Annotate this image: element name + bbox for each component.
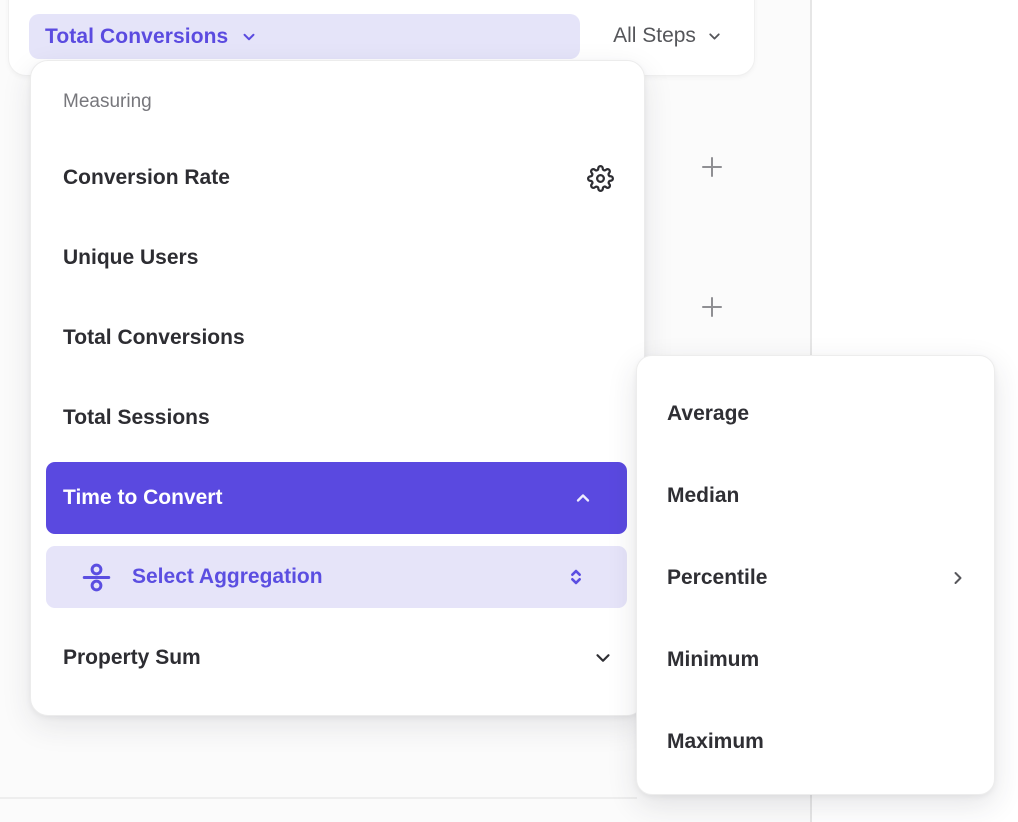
aggregation-icon bbox=[81, 562, 112, 593]
menu-item-select-aggregation[interactable]: Select Aggregation bbox=[46, 546, 627, 608]
menu-item-label: Unique Users bbox=[63, 246, 198, 270]
chevron-up-icon bbox=[573, 488, 593, 508]
submenu-item-average[interactable]: Average bbox=[637, 373, 994, 455]
menu-item-label: Total Sessions bbox=[63, 406, 210, 430]
metric-dropdown-button[interactable]: Total Conversions bbox=[29, 14, 580, 59]
menu-item-label: Conversion Rate bbox=[63, 166, 230, 190]
chevron-down-icon bbox=[592, 647, 614, 669]
submenu-item-label: Maximum bbox=[667, 730, 764, 754]
submenu-item-label: Median bbox=[667, 484, 739, 508]
chevron-down-icon bbox=[706, 28, 723, 45]
menu-item-total-sessions[interactable]: Total Sessions bbox=[31, 378, 644, 458]
submenu-item-label: Percentile bbox=[667, 566, 767, 590]
submenu-item-minimum[interactable]: Minimum bbox=[637, 619, 994, 701]
metric-dropdown-label: Total Conversions bbox=[45, 25, 228, 49]
gear-icon[interactable] bbox=[587, 165, 614, 192]
chevron-down-icon bbox=[240, 28, 258, 46]
submenu-item-label: Average bbox=[667, 402, 749, 426]
submenu-item-percentile[interactable]: Percentile bbox=[637, 537, 994, 619]
horizontal-divider bbox=[0, 797, 637, 799]
add-step-button[interactable] bbox=[698, 153, 726, 181]
plus-icon bbox=[700, 155, 724, 179]
menu-item-label: Time to Convert bbox=[63, 486, 222, 510]
measuring-menu: Measuring Conversion Rate Unique Users T… bbox=[30, 60, 645, 716]
menu-item-unique-users[interactable]: Unique Users bbox=[31, 218, 644, 298]
submenu-item-median[interactable]: Median bbox=[637, 455, 994, 537]
menu-section-label: Measuring bbox=[63, 91, 152, 113]
menu-item-label: Select Aggregation bbox=[132, 565, 323, 589]
steps-dropdown-label: All Steps bbox=[613, 24, 696, 48]
menu-item-label: Total Conversions bbox=[63, 326, 245, 350]
add-step-button[interactable] bbox=[698, 293, 726, 321]
funnel-builder-screen: Total Conversions All Steps Measuring Co… bbox=[0, 0, 1018, 822]
aggregation-submenu: Average Median Percentile Minimum Maximu… bbox=[636, 355, 995, 795]
submenu-item-maximum[interactable]: Maximum bbox=[637, 701, 994, 783]
menu-item-conversion-rate[interactable]: Conversion Rate bbox=[31, 138, 644, 218]
chevron-right-icon bbox=[948, 568, 968, 588]
unfold-more-icon bbox=[565, 566, 587, 588]
menu-item-property-sum[interactable]: Property Sum bbox=[31, 618, 644, 698]
menu-item-time-to-convert[interactable]: Time to Convert bbox=[46, 462, 627, 534]
submenu-item-label: Minimum bbox=[667, 648, 759, 672]
menu-item-total-conversions[interactable]: Total Conversions bbox=[31, 298, 644, 378]
plus-icon bbox=[700, 295, 724, 319]
menu-item-label: Property Sum bbox=[63, 646, 201, 670]
